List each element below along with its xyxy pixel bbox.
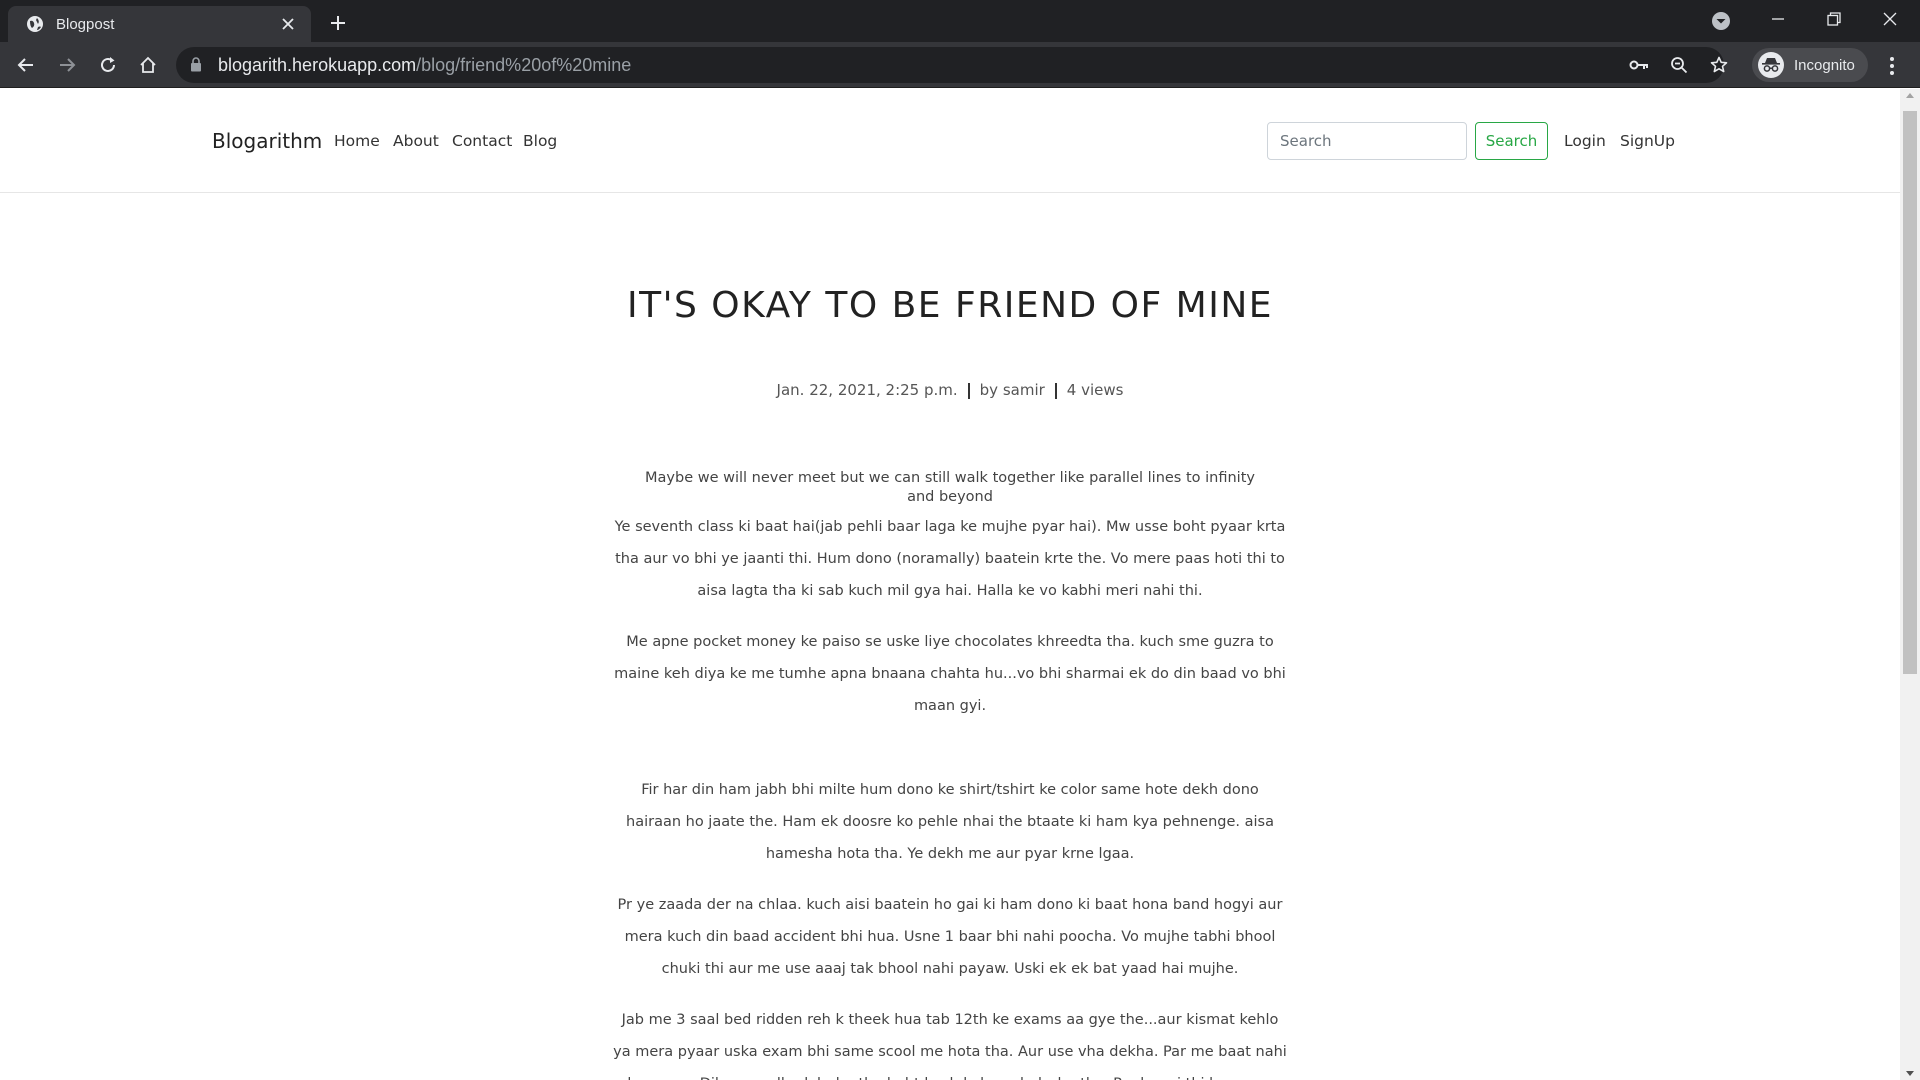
post-meta: Jan. 22, 2021, 2:25 p.m. by samir 4 views [0,381,1900,399]
signup-link[interactable]: SignUp [1620,132,1675,150]
post-author: by samir [979,381,1045,399]
post-body: Maybe we will never meet but we can stil… [612,469,1288,1080]
post-views: 4 views [1066,381,1124,399]
home-icon[interactable] [132,49,164,81]
minimize-icon[interactable] [1750,0,1806,38]
forward-arrow-icon[interactable] [51,49,83,81]
post-paragraph: Me apne pocket money ke paiso se uske li… [614,634,1286,714]
kebab-menu-icon[interactable] [1880,54,1904,78]
incognito-icon [1758,52,1784,78]
browser-tab-strip: Blogpost [0,0,1920,42]
post-paragraph: Jab me 3 saal bed ridden reh k theek hua… [613,1012,1287,1080]
browser-tab[interactable]: Blogpost [8,6,311,42]
new-tab-icon[interactable] [324,9,352,37]
post-title: IT'S OKAY TO BE FRIEND OF MINE [626,285,1274,326]
scroll-up-arrow-icon[interactable] [1906,93,1914,98]
search-input[interactable] [1267,122,1467,160]
lock-icon [191,57,201,72]
incognito-profile-button[interactable]: Incognito [1752,48,1868,82]
post-paragraph: Pr ye zaada der na chlaa. kuch aisi baat… [617,897,1283,977]
reload-icon[interactable] [92,49,124,81]
url-text: blogarith.herokuapp.com/blog/friend%20of… [218,47,631,83]
close-window-icon[interactable] [1862,0,1918,38]
close-tab-icon[interactable] [277,13,299,35]
scrollbar-thumb[interactable] [1903,111,1917,674]
brand-logo-link[interactable]: Blogarithm [212,129,322,153]
post-date: Jan. 22, 2021, 2:25 p.m. [776,381,958,399]
key-icon[interactable] [1626,54,1652,76]
url-host: blogarith.herokuapp.com [218,55,417,75]
zoom-icon[interactable] [1666,54,1692,76]
scroll-down-arrow-icon[interactable] [1906,1071,1914,1076]
post-lead-quote: Maybe we will never meet but we can stil… [645,470,1255,505]
nav-blog-link[interactable]: Blog [523,132,557,150]
back-arrow-icon[interactable] [10,49,42,81]
tab-search-icon[interactable] [1710,10,1732,32]
post-paragraph: Fir har din ham jabh bhi milte hum dono … [626,782,1274,862]
nav-about-link[interactable]: About [393,132,439,150]
meta-divider [967,382,970,399]
nav-contact-link[interactable]: Contact [452,132,512,150]
profile-label: Incognito [1794,56,1855,74]
meta-divider [1054,382,1057,399]
bookmark-star-icon[interactable] [1706,54,1732,76]
post-paragraph: Ye seventh class ki baat hai(jab pehli b… [614,519,1286,599]
url-path: /blog/friend%20of%20mine [416,55,632,75]
page-viewport: Blogarithm Home About Contact Blog Searc… [0,89,1920,1080]
restore-icon[interactable] [1806,0,1862,38]
login-link[interactable]: Login [1564,132,1606,150]
browser-toolbar: blogarith.herokuapp.com/blog/friend%20of… [0,42,1920,88]
globe-icon [27,16,43,32]
site-navbar: Blogarithm Home About Contact Blog Searc… [0,89,1900,193]
address-bar[interactable]: blogarith.herokuapp.com/blog/friend%20of… [176,47,1728,83]
search-button[interactable]: Search [1475,122,1548,160]
page-scrollbar[interactable] [1900,89,1920,1080]
nav-home-link[interactable]: Home [334,132,380,150]
tab-title: Blogpost [56,15,115,33]
